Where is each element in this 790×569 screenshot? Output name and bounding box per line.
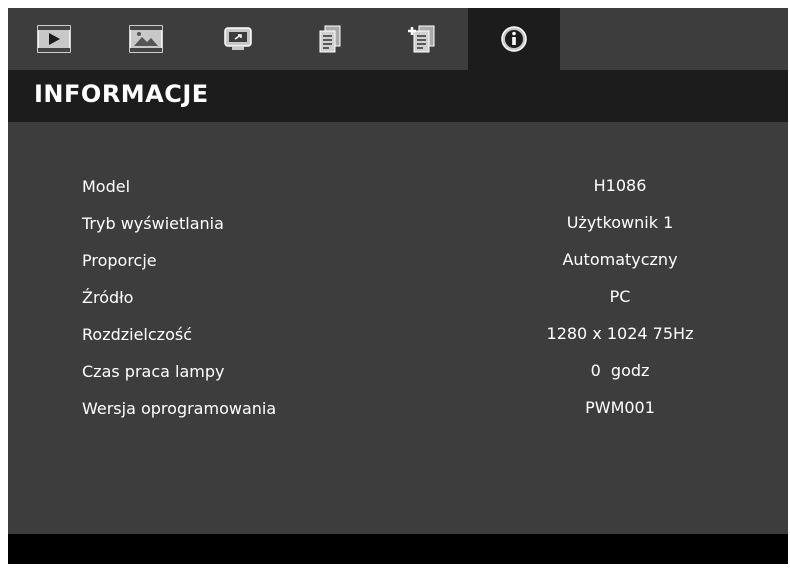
page-title: INFORMACJE (34, 80, 209, 108)
footer-bar (8, 534, 788, 564)
info-label: Rozdzielczość (82, 325, 192, 344)
tab-settings-1[interactable] (284, 8, 376, 70)
tab-play[interactable] (8, 8, 100, 70)
picture-icon (129, 25, 163, 53)
info-label: Czas praca lampy (82, 362, 225, 381)
display-icon (223, 26, 253, 52)
osd-menu: INFORMACJE Model H1086 Tryb wyświetlania… (8, 8, 788, 564)
document-plus-icon (407, 24, 437, 54)
info-label: Proporcje (82, 251, 157, 270)
info-value: PC (609, 287, 631, 306)
info-label: Tryb wyświetlania (82, 214, 224, 233)
info-label: Model (82, 177, 131, 196)
info-row-aspect-ratio: Proporcje Automatyczny (8, 247, 788, 275)
menu-tab-bar (8, 8, 788, 70)
tab-settings-2[interactable] (376, 8, 468, 70)
info-value: 0 godz (590, 361, 650, 380)
info-row-display-mode: Tryb wyświetlania Użytkownik 1 (8, 210, 788, 238)
page-header: INFORMACJE (8, 70, 788, 122)
info-row-lamp-hours: Czas praca lampy 0 godz (8, 358, 788, 386)
info-value: H1086 (593, 176, 647, 195)
info-row-source: Źródło PC (8, 284, 788, 312)
info-label: Wersja oprogramowania (82, 399, 277, 418)
info-value: 1280 x 1024 75Hz (546, 324, 694, 343)
info-label: Źródło (82, 288, 134, 307)
tab-information[interactable] (468, 8, 560, 70)
document-icon (317, 24, 343, 54)
info-row-firmware-version: Wersja oprogramowania PWM001 (8, 395, 788, 423)
info-value: Użytkownik 1 (566, 213, 674, 232)
info-row-resolution: Rozdzielczość 1280 x 1024 75Hz (8, 321, 788, 349)
info-value: Automatyczny (562, 250, 678, 269)
tab-display[interactable] (192, 8, 284, 70)
info-icon (500, 25, 528, 53)
info-value: PWM001 (585, 398, 655, 417)
info-row-model: Model H1086 (8, 173, 788, 201)
play-icon (37, 25, 71, 53)
tab-picture[interactable] (100, 8, 192, 70)
